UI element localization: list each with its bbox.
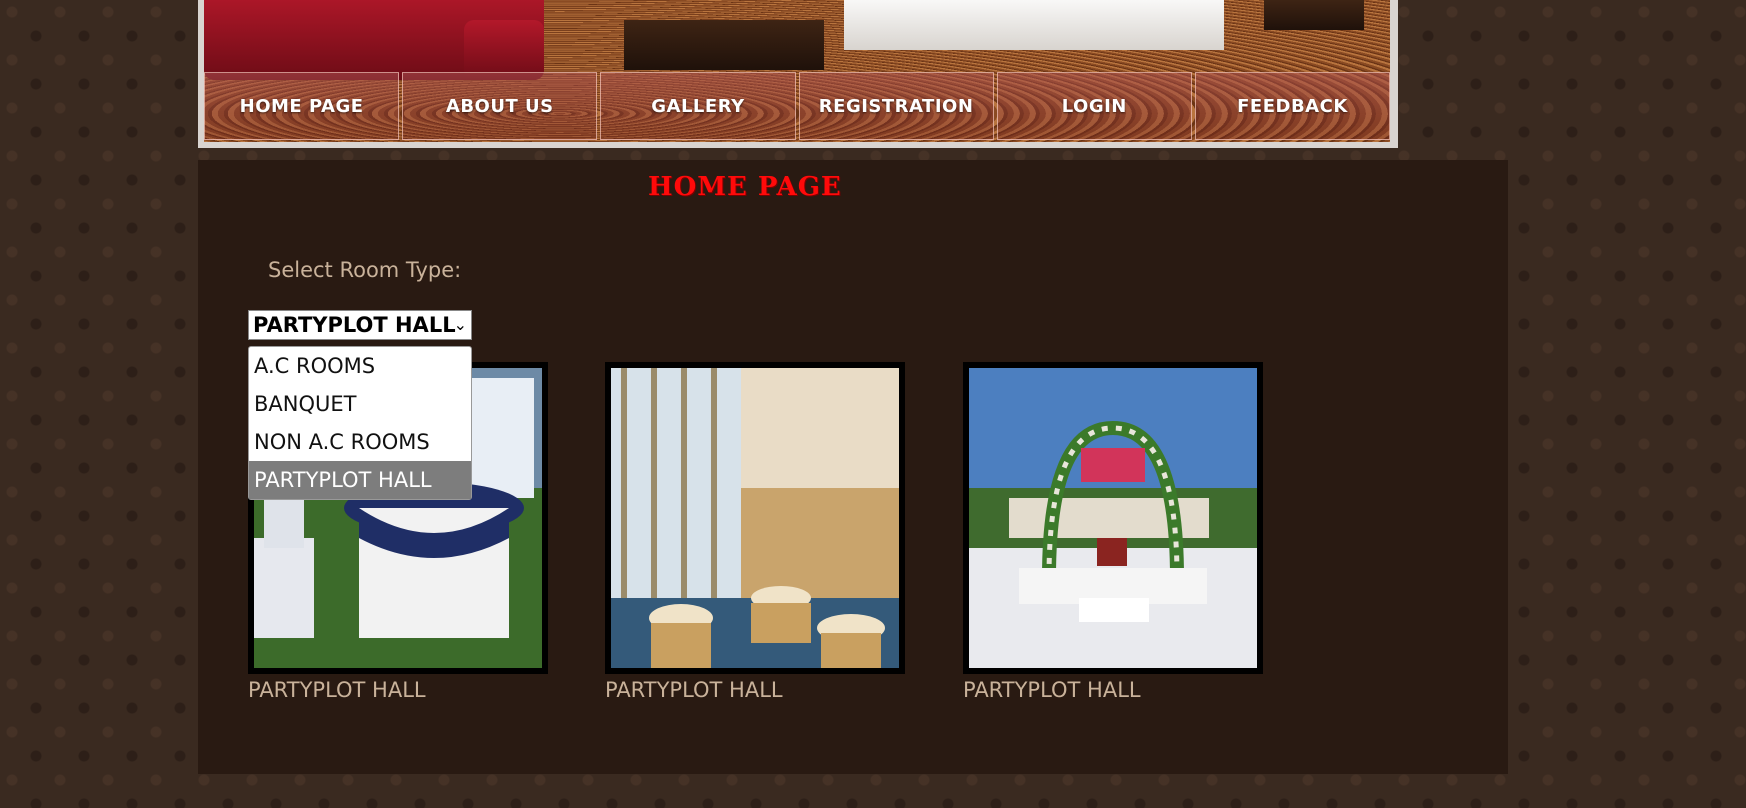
- option-partyplot-hall[interactable]: PARTYPLOT HALL: [249, 461, 471, 499]
- banquet-hall-photo: [611, 368, 899, 668]
- gallery-photo-banquet-hall[interactable]: [605, 362, 905, 674]
- room-type-dropdown-list: A.C ROOMS BANQUET NON A.C ROOMS PARTYPLO…: [248, 346, 472, 500]
- nav-login[interactable]: LOGIN: [996, 72, 1192, 140]
- gallery-caption: PARTYPLOT HALL: [963, 678, 1141, 702]
- nav-feedback[interactable]: FEEDBACK: [1194, 72, 1390, 140]
- main-content: HOME PAGE Select Room Type: PARTYPLOT HA…: [198, 160, 1508, 774]
- gallery-caption: PARTYPLOT HALL: [605, 678, 783, 702]
- option-banquet[interactable]: BANQUET: [249, 385, 471, 423]
- gallery-card: PARTYPLOT HALL: [963, 362, 1263, 702]
- wedding-mandap-photo: [969, 368, 1257, 668]
- nav-registration[interactable]: REGISTRATION: [798, 72, 994, 140]
- header: HOME PAGE ABOUT US GALLERY REGISTRATION …: [198, 0, 1398, 148]
- nav-home-page[interactable]: HOME PAGE: [204, 72, 400, 140]
- gallery-caption: PARTYPLOT HALL: [248, 678, 426, 702]
- gallery-photo-wedding-mandap[interactable]: [963, 362, 1263, 674]
- room-type-selected-value: PARTYPLOT HALL: [253, 313, 456, 337]
- banner-image: HOME PAGE ABOUT US GALLERY REGISTRATION …: [204, 0, 1390, 142]
- option-ac-rooms[interactable]: A.C ROOMS: [249, 347, 471, 385]
- gallery-card: PARTYPLOT HALL: [605, 362, 905, 702]
- main-nav: HOME PAGE ABOUT US GALLERY REGISTRATION …: [204, 72, 1390, 140]
- nav-about-us[interactable]: ABOUT US: [402, 72, 598, 140]
- option-non-ac-rooms[interactable]: NON A.C ROOMS: [249, 423, 471, 461]
- room-type-select[interactable]: PARTYPLOT HALL ⌄: [248, 310, 472, 340]
- chevron-down-icon: ⌄: [453, 315, 467, 334]
- page-title: HOME PAGE: [648, 172, 842, 202]
- room-type-label: Select Room Type:: [268, 258, 462, 282]
- nav-gallery[interactable]: GALLERY: [600, 72, 796, 140]
